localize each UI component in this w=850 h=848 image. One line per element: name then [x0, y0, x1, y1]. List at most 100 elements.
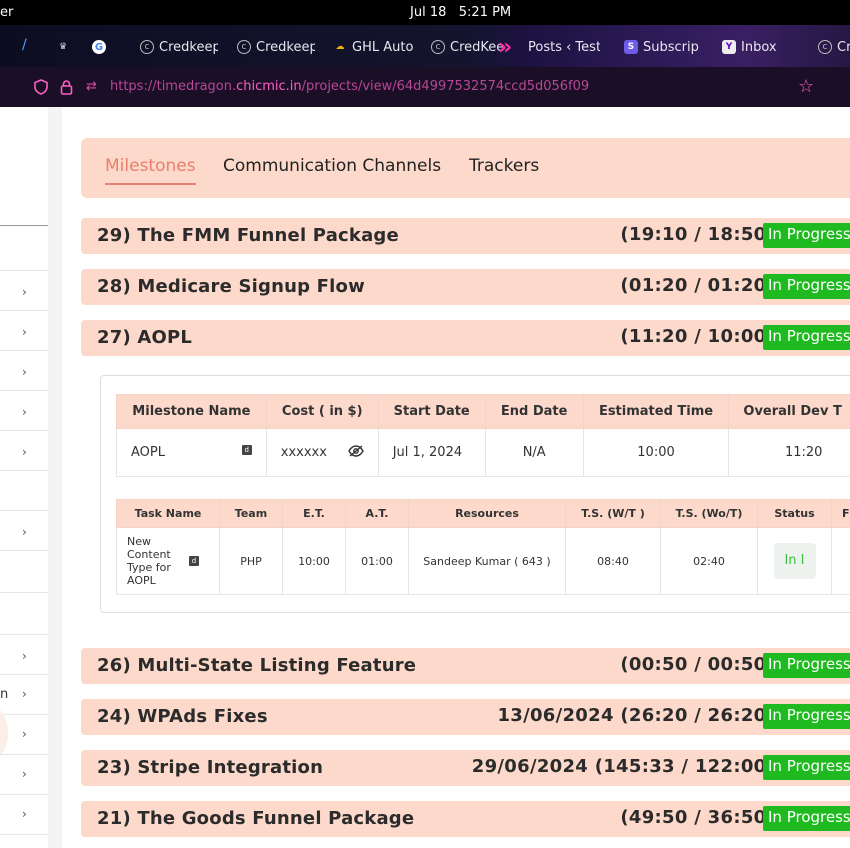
milestone-time: 13/06/2024 (26:20 / 26:20): [497, 705, 775, 726]
google-icon: G: [92, 40, 106, 54]
milestone-time: (01:20 / 01:20): [620, 275, 775, 296]
lock-icon[interactable]: [60, 79, 73, 99]
milestone-time: (00:50 / 00:50): [620, 654, 775, 675]
at-cell: 01:00: [345, 527, 409, 595]
project-tabs: Milestones Communication Channels Tracke…: [81, 138, 850, 198]
sidebar-divider: [0, 270, 48, 271]
chevron-right-icon[interactable]: ›: [22, 727, 27, 741]
sidebar-divider: [0, 225, 48, 226]
milestone-row[interactable]: 21) The Goods Funnel Package (49:50 / 36…: [81, 801, 850, 837]
milestone-title: 28) Medicare Signup Flow: [97, 276, 365, 297]
tab-milestones[interactable]: Milestones: [105, 156, 196, 185]
status-badge: In Progress: [763, 325, 850, 350]
browser-tab[interactable]: Posts ‹ Test: [528, 37, 600, 57]
sidebar-divider: [0, 550, 48, 551]
milestone-title: 26) Multi-State Listing Feature: [97, 655, 417, 676]
sidebar-divider: [0, 350, 48, 351]
os-app-name: er: [0, 5, 14, 20]
tab-communication-channels[interactable]: Communication Channels: [223, 156, 441, 176]
column-header: A.T.: [345, 499, 409, 528]
sidebar-item-label[interactable]: n: [0, 687, 8, 702]
milestone-row[interactable]: 23) Stripe Integration 29/06/2024 (145:3…: [81, 750, 850, 786]
milestone-title: 23) Stripe Integration: [97, 757, 324, 778]
milestone-title: 27) AOPL: [97, 327, 193, 348]
ts-wot-cell: 02:40: [660, 527, 758, 595]
permissions-icon[interactable]: ⇄: [86, 79, 97, 94]
status-badge[interactable]: In I: [773, 543, 816, 579]
sidebar-divider: [0, 470, 48, 471]
crown-icon: ♛: [58, 42, 68, 52]
milestone-title: 24) WPAds Fixes: [97, 706, 268, 727]
bookmark-star-icon[interactable]: ☆: [798, 76, 814, 97]
credkeep-icon: c: [431, 40, 445, 54]
address-input[interactable]: https://timedragon.chicmic.in/projects/v…: [110, 79, 589, 94]
column-header: Milestone Name: [116, 394, 267, 429]
credkeep-icon: c: [818, 40, 832, 54]
chevron-right-icon[interactable]: ›: [22, 445, 27, 459]
chevron-right-icon[interactable]: ›: [22, 767, 27, 781]
status-badge: In Progress: [763, 274, 850, 299]
sidebar-divider: [0, 674, 48, 675]
status-cell: In I: [757, 527, 832, 595]
chevron-right-icon[interactable]: ›: [22, 325, 27, 339]
extra-cell: [831, 527, 850, 595]
chevron-right-icon[interactable]: ›: [22, 649, 27, 663]
ts-wt-cell: 08:40: [565, 527, 661, 595]
browser-tab[interactable]: c Credkeep: [140, 37, 218, 57]
document-icon[interactable]: d: [189, 556, 199, 566]
url-bar: ⇄ https://timedragon.chicmic.in/projects…: [0, 67, 850, 107]
substack-icon: S: [624, 40, 638, 54]
milestone-row[interactable]: 27) AOPL (11:20 / 10:00) In Progress: [81, 320, 850, 356]
team-cell: PHP: [219, 527, 283, 595]
crown-tab[interactable]: ♛: [56, 37, 70, 57]
sidebar-divider: [0, 310, 48, 311]
document-icon[interactable]: d: [241, 445, 252, 455]
chevron-right-icon[interactable]: ›: [22, 285, 27, 299]
browser-tab[interactable]: c Cr: [818, 37, 850, 57]
table-header-row: Milestone Name Cost ( in $) Start Date E…: [116, 394, 850, 429]
milestone-row[interactable]: 29) The FMM Funnel Package (19:10 / 18:5…: [81, 218, 850, 254]
chevron-right-icon[interactable]: ›: [22, 807, 27, 821]
browser-tab[interactable]: S Subscrip: [624, 37, 704, 57]
end-date-cell: N/A: [484, 428, 584, 477]
eye-slash-icon[interactable]: [347, 444, 364, 461]
milestone-row[interactable]: 24) WPAds Fixes 13/06/2024 (26:20 / 26:2…: [81, 699, 850, 735]
sidebar-divider: [0, 510, 48, 511]
milestone-time: 29/06/2024 (145:33 / 122:00): [471, 756, 775, 777]
os-clock[interactable]: Jul 18 5:21 PM: [410, 5, 511, 20]
start-date-cell: Jul 1, 2024: [377, 428, 486, 477]
browser-tab-strip: / ♛ G c Credkeep c Credkeep ☁ GHL Auto c Cre…: [0, 25, 850, 67]
milestone-title: 29) The FMM Funnel Package: [97, 225, 399, 246]
table-row: New Content Type for AOPLd PHP 10:00 01:…: [116, 527, 850, 595]
tab-trackers[interactable]: Trackers: [469, 156, 539, 176]
column-header: F: [831, 499, 850, 528]
sidebar-gutter: [48, 107, 62, 848]
ghl-icon: ☁: [335, 42, 345, 52]
et-cell: 10:00: [282, 527, 346, 595]
os-top-bar: er Jul 18 5:21 PM: [0, 0, 850, 25]
cost-cell: xxxxxx: [265, 428, 379, 477]
overall-dev-time-cell: 11:20: [728, 428, 850, 477]
status-badge: In Progress: [763, 653, 850, 678]
browser-tab[interactable]: Y Inbox: [722, 37, 802, 57]
status-badge: In Progress: [763, 704, 850, 729]
credkeep-icon: c: [237, 40, 251, 54]
milestone-row[interactable]: 28) Medicare Signup Flow (01:20 / 01:20)…: [81, 269, 850, 305]
browser-tab[interactable]: ☁ GHL Auto: [333, 37, 414, 57]
table-row: AOPL d xxxxxx Jul 1, 2024 N/A 10:00 11:20: [116, 428, 850, 477]
task-name-cell: New Content Type for AOPLd: [116, 527, 220, 595]
browser-tab[interactable]: c CredKee: [431, 37, 507, 57]
chevron-right-icon[interactable]: ›: [22, 365, 27, 379]
google-tab[interactable]: G: [92, 37, 106, 57]
main-content: Milestones Communication Channels Tracke…: [62, 107, 850, 848]
milestone-row[interactable]: 26) Multi-State Listing Feature (00:50 /…: [81, 648, 850, 684]
chevron-right-icon[interactable]: ›: [22, 525, 27, 539]
resources-cell: Sandeep Kumar ( 643 ): [408, 527, 566, 595]
chevron-right-icon[interactable]: ›: [22, 687, 27, 701]
chevron-right-icon[interactable]: ›: [22, 405, 27, 419]
shield-icon[interactable]: [34, 79, 48, 99]
milestone-time: (49:50 / 36:50): [620, 807, 775, 828]
slash-icon[interactable]: /: [22, 37, 27, 53]
browser-tab[interactable]: c Credkeep: [237, 37, 315, 57]
status-badge: In Progress: [763, 223, 850, 248]
